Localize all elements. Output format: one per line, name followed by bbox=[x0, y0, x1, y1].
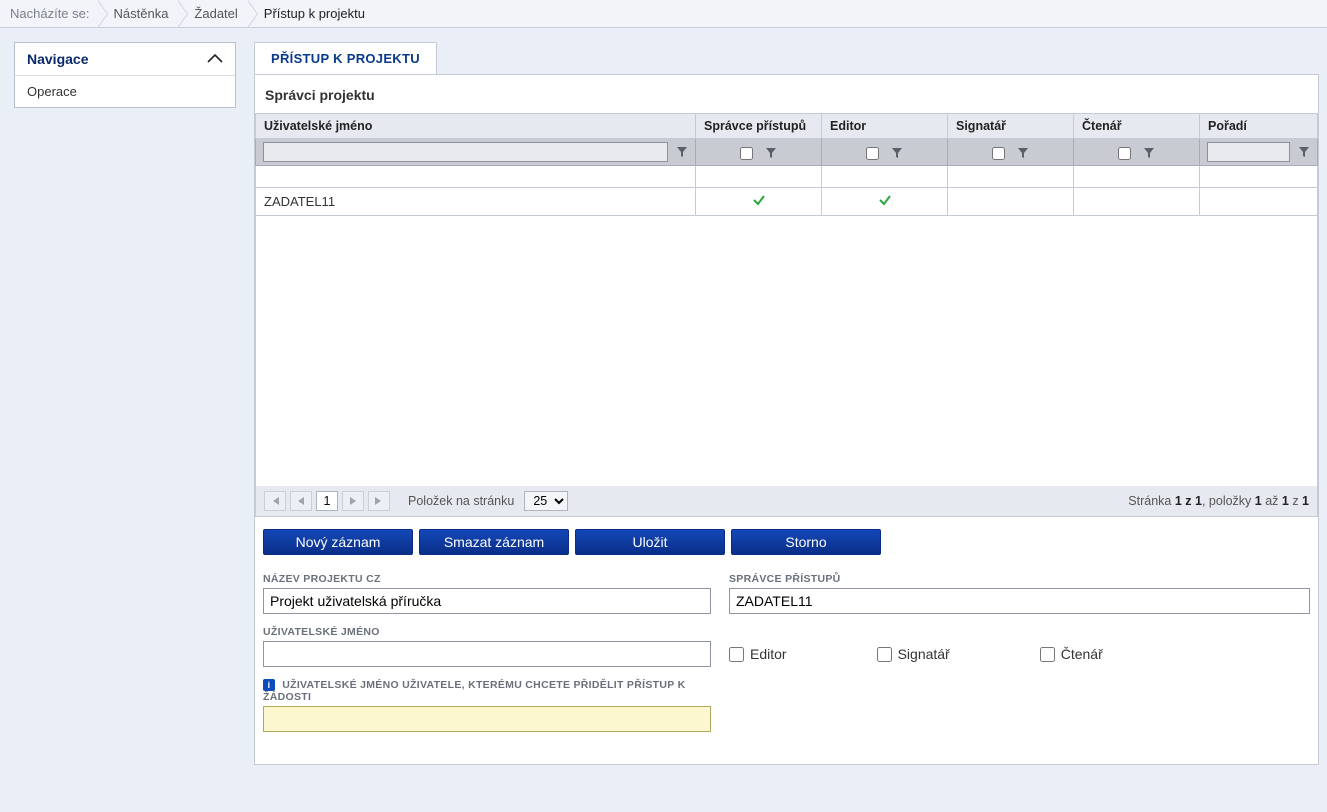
editor-checkbox-wrap[interactable]: Editor bbox=[729, 646, 787, 662]
table-row-empty bbox=[256, 166, 1318, 188]
project-name-input[interactable] bbox=[263, 588, 711, 614]
project-name-label: NÁZEV PROJEKTU CZ bbox=[263, 573, 711, 585]
nav-title: Navigace bbox=[27, 51, 88, 67]
required-icon: i bbox=[263, 679, 275, 691]
new-record-button[interactable]: Nový záznam bbox=[263, 529, 413, 555]
pager-perpage-label: Položek na stránku bbox=[408, 494, 514, 508]
reader-checkbox[interactable] bbox=[1040, 647, 1055, 662]
breadcrumb-label: Nacházíte se: bbox=[10, 6, 90, 21]
breadcrumb: Nacházíte se: Nástěnka Žadatel Přístup k… bbox=[0, 0, 1327, 28]
nav-header[interactable]: Navigace bbox=[15, 43, 235, 76]
cell-order bbox=[1200, 188, 1318, 216]
assign-username-label: i UŽIVATELSKÉ JMÉNO UŽIVATELE, KTERÉMU C… bbox=[263, 679, 711, 703]
breadcrumb-item-dashboard[interactable]: Nástěnka bbox=[108, 0, 179, 27]
filter-editor-checkbox[interactable] bbox=[866, 147, 879, 160]
breadcrumb-item-applicant[interactable]: Žadatel bbox=[188, 0, 247, 27]
action-bar: Nový záznam Smazat záznam Uložit Storno bbox=[255, 517, 1318, 555]
editor-checkbox[interactable] bbox=[729, 647, 744, 662]
grid-empty-space bbox=[255, 216, 1318, 486]
nav-panel: Navigace Operace bbox=[14, 42, 236, 108]
signatory-checkbox-label: Signatář bbox=[898, 646, 950, 662]
cell-username: ZADATEL11 bbox=[256, 188, 696, 216]
section-title: Správci projektu bbox=[255, 75, 1318, 113]
pager-info: Stránka 1 z 1, položky 1 až 1 z 1 bbox=[1128, 494, 1309, 508]
cell-signatory bbox=[948, 188, 1074, 216]
pager-first-button[interactable] bbox=[264, 491, 286, 511]
pager: Položek na stránku 25 Stránka 1 z 1, pol… bbox=[255, 486, 1318, 517]
cell-editor bbox=[822, 188, 948, 216]
filter-signatory-checkbox[interactable] bbox=[992, 147, 1005, 160]
filter-icon[interactable] bbox=[1298, 146, 1310, 158]
filter-reader-checkbox[interactable] bbox=[1118, 147, 1131, 160]
check-icon bbox=[878, 195, 892, 210]
breadcrumb-item-current: Přístup k projektu bbox=[258, 0, 375, 27]
pager-prev-button[interactable] bbox=[290, 491, 312, 511]
chevron-right-icon bbox=[178, 0, 188, 28]
nav-item-operations[interactable]: Operace bbox=[15, 76, 235, 107]
cell-access-admin bbox=[696, 188, 822, 216]
chevron-right-icon bbox=[98, 0, 108, 28]
filter-icon[interactable] bbox=[891, 147, 903, 159]
cell-reader bbox=[1074, 188, 1200, 216]
save-button[interactable]: Uložit bbox=[575, 529, 725, 555]
username-label: UŽIVATELSKÉ JMÉNO bbox=[263, 626, 711, 638]
filter-icon[interactable] bbox=[1143, 147, 1155, 159]
main: PŘÍSTUP K PROJEKTU Správci projektu Uživ… bbox=[254, 42, 1319, 765]
access-admin-label: SPRÁVCE PŘÍSTUPŮ bbox=[729, 573, 1310, 585]
tab-project-access[interactable]: PŘÍSTUP K PROJEKTU bbox=[254, 42, 437, 74]
pager-page-input[interactable] bbox=[316, 491, 338, 511]
sidebar: Navigace Operace bbox=[14, 42, 236, 765]
admins-grid: Uživatelské jméno Správce přístupů Edito… bbox=[255, 113, 1318, 216]
assign-username-input[interactable] bbox=[263, 706, 711, 732]
filter-username-input[interactable] bbox=[263, 142, 668, 162]
form: NÁZEV PROJEKTU CZ SPRÁVCE PŘÍSTUPŮ UŽIVA… bbox=[255, 555, 1318, 732]
signatory-checkbox[interactable] bbox=[877, 647, 892, 662]
cancel-button[interactable]: Storno bbox=[731, 529, 881, 555]
col-editor[interactable]: Editor bbox=[822, 114, 948, 139]
col-order[interactable]: Pořadí bbox=[1200, 114, 1318, 139]
filter-order-input[interactable] bbox=[1207, 142, 1290, 162]
reader-checkbox-wrap[interactable]: Čtenář bbox=[1040, 646, 1103, 662]
chevron-up-icon bbox=[207, 54, 223, 64]
filter-icon[interactable] bbox=[1017, 147, 1029, 159]
editor-checkbox-label: Editor bbox=[750, 646, 787, 662]
col-reader[interactable]: Čtenář bbox=[1074, 114, 1200, 139]
panel: Správci projektu Uživatelské jméno Správ… bbox=[254, 74, 1319, 765]
signatory-checkbox-wrap[interactable]: Signatář bbox=[877, 646, 950, 662]
col-access-admin[interactable]: Správce přístupů bbox=[696, 114, 822, 139]
table-row[interactable]: ZADATEL11 bbox=[256, 188, 1318, 216]
filter-icon[interactable] bbox=[676, 146, 688, 158]
col-username[interactable]: Uživatelské jméno bbox=[256, 114, 696, 139]
username-input[interactable] bbox=[263, 641, 711, 667]
pager-next-button[interactable] bbox=[342, 491, 364, 511]
filter-access-admin-checkbox[interactable] bbox=[740, 147, 753, 160]
pager-perpage-select[interactable]: 25 bbox=[524, 491, 568, 511]
check-icon bbox=[752, 195, 766, 210]
access-admin-input[interactable] bbox=[729, 588, 1310, 614]
reader-checkbox-label: Čtenář bbox=[1061, 646, 1103, 662]
pager-last-button[interactable] bbox=[368, 491, 390, 511]
col-signatory[interactable]: Signatář bbox=[948, 114, 1074, 139]
chevron-right-icon bbox=[248, 0, 258, 28]
filter-icon[interactable] bbox=[765, 147, 777, 159]
delete-record-button[interactable]: Smazat záznam bbox=[419, 529, 569, 555]
